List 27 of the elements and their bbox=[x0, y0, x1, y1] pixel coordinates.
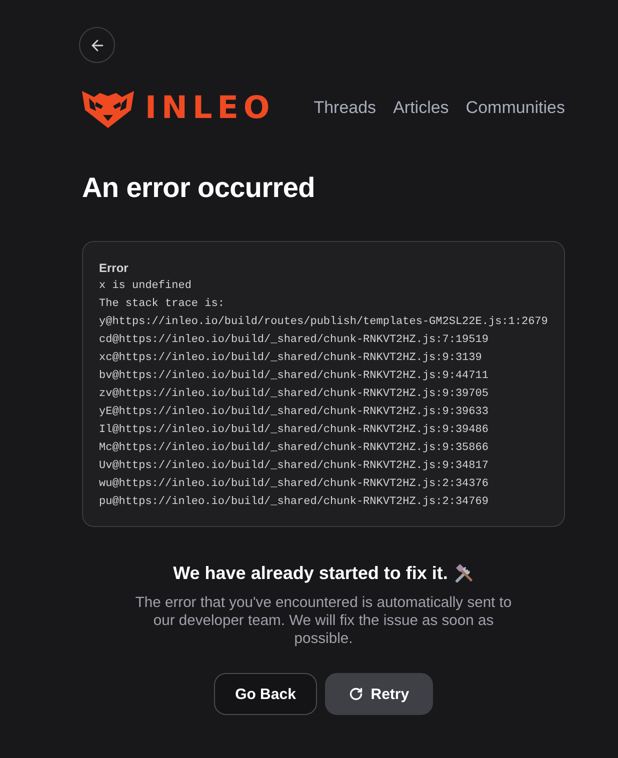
code-line: wu@https://inleo.io/build/_shared/chunk-RNKVT2HZ.js:2:34376 bbox=[99, 477, 488, 492]
code-line: The stack trace is: bbox=[99, 297, 224, 312]
page-title: An error occurred bbox=[82, 171, 316, 205]
code-line: xc@https://inleo.io/build/_shared/chunk-RNKVT2HZ.js:9:3139 bbox=[99, 351, 482, 366]
nav-link[interactable]: Communities bbox=[466, 97, 565, 119]
go-back-button[interactable]: Go Back bbox=[214, 673, 317, 715]
code-line: pu@https://inleo.io/build/_shared/chunk-RNKVT2HZ.js:2:34769 bbox=[99, 495, 488, 510]
code-line: bv@https://inleo.io/build/_shared/chunk-RNKVT2HZ.js:9:44711 bbox=[99, 369, 488, 384]
code-line: y@https://inleo.io/build/routes/publish/templates-GM2SL22E.js:1:2679 bbox=[99, 315, 548, 330]
code-line: Uv@https://inleo.io/build/_shared/chunk-RNKVT2HZ.js:9:34817 bbox=[99, 459, 488, 474]
error-heading: Error bbox=[99, 260, 128, 277]
lion-head-icon bbox=[82, 88, 134, 128]
code-line: yE@https://inleo.io/build/_shared/chunk-RNKVT2HZ.js:9:39633 bbox=[99, 405, 488, 420]
code-line: Il@https://inleo.io/build/_shared/chunk-RNKVT2HZ.js:9:39486 bbox=[99, 423, 488, 438]
code-line: zv@https://inleo.io/build/_shared/chunk-RNKVT2HZ.js:9:39705 bbox=[99, 387, 488, 402]
logo-text: INLEO bbox=[145, 91, 275, 125]
message-text: The error that you've encountered is automatically sent to our developer team. We will fix the issue as soon as possible. bbox=[134, 594, 513, 648]
code-line: Mc@https://inleo.io/build/_shared/chunk-RNKVT2HZ.js:9:35866 bbox=[99, 441, 488, 456]
back-button[interactable] bbox=[79, 27, 115, 63]
message-heading: We have already started to fix it. bbox=[173, 562, 448, 585]
hammer-and-wrench-icon bbox=[454, 563, 474, 583]
code-line: x is undefined bbox=[99, 279, 192, 294]
nav-link[interactable]: Articles bbox=[393, 97, 449, 119]
retry-button[interactable]: Retry bbox=[324, 673, 433, 715]
code-line: cd@https://inleo.io/build/_shared/chunk-RNKVT2HZ.js:7:19519 bbox=[99, 333, 488, 348]
nav-link[interactable]: Threads bbox=[314, 97, 376, 119]
refresh-icon bbox=[348, 687, 363, 701]
